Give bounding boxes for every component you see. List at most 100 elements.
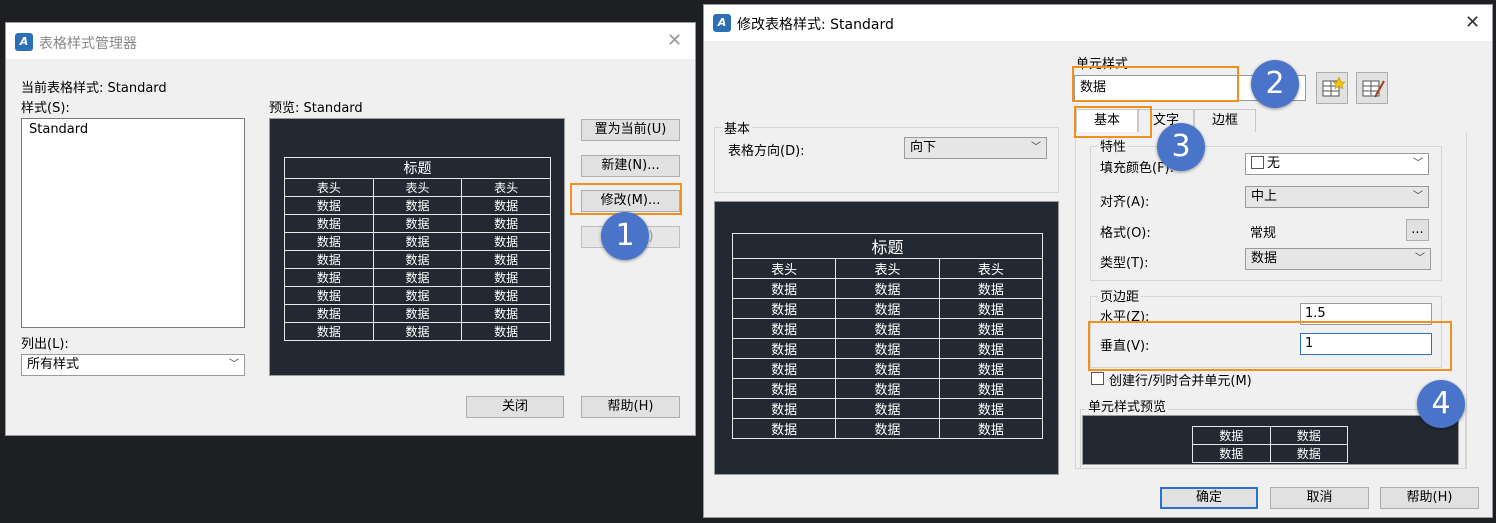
chevron-down-icon: ﹀ — [1413, 158, 1423, 169]
preview-data-cell: 数据 — [372, 232, 463, 251]
preview-data-cell: 数据 — [284, 196, 374, 215]
preview-header-cell: 表头 — [731, 258, 837, 279]
format-browse-button[interactable]: ... — [1406, 219, 1429, 241]
manager-title: 表格样式管理器 — [39, 36, 137, 52]
list-filter-select[interactable]: 所有样式 ﹀ — [21, 354, 245, 376]
preview-table: 标题 表头 表头 表头 数据 数据 数据 数据 数据 数据 数据 数据 数据 数据 数据 数据 数据 数据 数据 数据… — [731, 233, 1044, 439]
create-cell-style-icon[interactable] — [1316, 72, 1348, 104]
manage-cell-styles-icon[interactable] — [1356, 72, 1388, 104]
preview-data-cell: 数据 — [938, 338, 1044, 359]
preview-data-cell: 数据 — [1192, 426, 1271, 445]
type-value: 数据 — [1251, 251, 1278, 266]
align-select[interactable]: 中上 ﹀ — [1245, 186, 1429, 208]
step-marker-4: 4 — [1417, 380, 1465, 428]
chevron-down-icon: ﹀ — [229, 359, 239, 370]
list-label: 列出(L): — [21, 337, 69, 352]
merge-cells-label[interactable]: 创建行/列时合并单元(M) — [1109, 370, 1252, 389]
preview-data-cell: 数据 — [461, 322, 551, 341]
preview-data-cell: 数据 — [835, 338, 940, 359]
preview-data-row: 数据 数据 数据 — [731, 398, 1044, 419]
preview-data-cell: 数据 — [835, 358, 940, 379]
manager-titlebar: A 表格样式管理器 ✕ — [6, 23, 695, 59]
preview-data-cell: 数据 — [372, 214, 463, 233]
preview-data-cell: 数据 — [835, 398, 940, 419]
preview-data-cell: 数据 — [731, 298, 837, 319]
preview-data-cell: 数据 — [835, 298, 940, 319]
close-button[interactable]: 关闭 — [466, 396, 564, 418]
cell-preview-table: 数据 数据 数据 数据 — [1192, 426, 1348, 463]
set-current-button[interactable]: 置为当前(U) — [581, 119, 680, 141]
tab-border[interactable]: 边框 — [1194, 109, 1256, 133]
preview-data-cell: 数据 — [461, 214, 551, 233]
type-label: 类型(T): — [1100, 256, 1149, 271]
step-marker-2: 2 — [1251, 60, 1299, 108]
preview-title-row: 标题 — [284, 157, 551, 179]
preview-data-cell: 数据 — [938, 278, 1044, 299]
preview-data-cell: 数据 — [938, 418, 1044, 439]
basic-group-label: 基本 — [722, 118, 753, 137]
style-item-standard[interactable]: Standard — [29, 122, 88, 137]
preview-header-row: 表头 表头 表头 — [731, 258, 1044, 279]
preview-data-cell: 数据 — [284, 304, 374, 323]
new-button[interactable]: 新建(N)... — [581, 155, 680, 177]
preview-data-row: 数据 数据 数据 — [731, 318, 1044, 339]
preview-data-cell: 数据 — [461, 286, 551, 305]
preview-data-cell: 数据 — [461, 304, 551, 323]
preview-title-row: 标题 — [732, 233, 1043, 259]
preview-data-cell: 数据 — [1192, 444, 1271, 463]
preview-data-cell: 数据 — [1269, 444, 1348, 463]
preview-header-cell: 表头 — [938, 258, 1044, 279]
cell-preview-label: 单元样式预览 — [1086, 396, 1169, 415]
direction-select[interactable]: 向下 ﹀ — [904, 137, 1047, 159]
preview-data-row: 数据 数据 数据 — [284, 322, 551, 341]
ok-button[interactable]: 确定 — [1160, 487, 1258, 509]
type-select[interactable]: 数据 ﹀ — [1245, 248, 1431, 270]
merge-cells-checkbox[interactable] — [1091, 372, 1104, 385]
close-icon[interactable]: ✕ — [1465, 14, 1480, 32]
table-preview-pane: 标题 表头 表头 表头 数据 数据 数据 数据 数据 数据 数据 数据 数据 数据 数据 数据 数据 数据 数据 数据… — [714, 201, 1059, 475]
preview-header-cell: 表头 — [835, 258, 940, 279]
preview-data-row: 数据 数据 数据 — [731, 418, 1044, 439]
preview-header-row: 表头 表头 表头 — [284, 178, 551, 197]
preview-data-cell: 数据 — [835, 318, 940, 339]
align-value: 中上 — [1251, 189, 1278, 204]
highlight-basic-tab — [1074, 106, 1152, 138]
highlight-modify — [570, 183, 682, 215]
cancel-button[interactable]: 取消 — [1270, 487, 1369, 509]
close-icon[interactable]: ✕ — [667, 32, 682, 50]
preview-data-row: 数据 数据 数据 — [731, 278, 1044, 299]
preview-data-cell: 数据 — [731, 378, 837, 399]
preview-data-row: 数据 数据 数据 — [731, 298, 1044, 319]
step-marker-1: 1 — [601, 212, 649, 260]
app-logo-icon: A — [713, 14, 731, 32]
current-style-label: 当前表格样式: Standard — [21, 81, 167, 96]
preview-data-cell: 数据 — [938, 358, 1044, 379]
highlight-cell-style — [1072, 66, 1239, 102]
chevron-down-icon: ﹀ — [1031, 142, 1041, 153]
preview-data-row: 数据 数据 数据 — [284, 304, 551, 323]
preview-data-cell: 数据 — [461, 250, 551, 269]
fill-color-select[interactable]: 无 ﹀ — [1245, 153, 1429, 175]
preview-data-cell: 数据 — [731, 318, 837, 339]
preview-title-cell: 标题 — [732, 233, 1043, 259]
preview-data-cell: 数据 — [372, 286, 463, 305]
preview-data-cell: 数据 — [372, 322, 463, 341]
preview-data-row: 数据 数据 数据 — [284, 286, 551, 305]
styles-label: 样式(S): — [21, 101, 70, 116]
help-button[interactable]: 帮助(H) — [581, 396, 680, 418]
cell-style-preview: 数据 数据 数据 数据 — [1082, 415, 1459, 465]
preview-data-cell: 数据 — [284, 250, 374, 269]
format-value: 常规 — [1250, 226, 1277, 241]
app-logo-icon: A — [15, 33, 33, 51]
preview-data-cell: 数据 — [731, 358, 837, 379]
preview-data-cell: 数据 — [284, 286, 374, 305]
preview-data-cell: 数据 — [835, 378, 940, 399]
help-button[interactable]: 帮助(H) — [1380, 487, 1479, 509]
fill-color-value: 无 — [1267, 156, 1281, 171]
styles-listbox[interactable]: Standard — [21, 118, 245, 328]
list-filter-value: 所有样式 — [27, 357, 80, 372]
preview-data-cell: 数据 — [461, 196, 551, 215]
preview-label: 预览: Standard — [269, 101, 363, 116]
preview-data-cell: 数据 — [835, 278, 940, 299]
preview-data-cell: 数据 — [938, 298, 1044, 319]
